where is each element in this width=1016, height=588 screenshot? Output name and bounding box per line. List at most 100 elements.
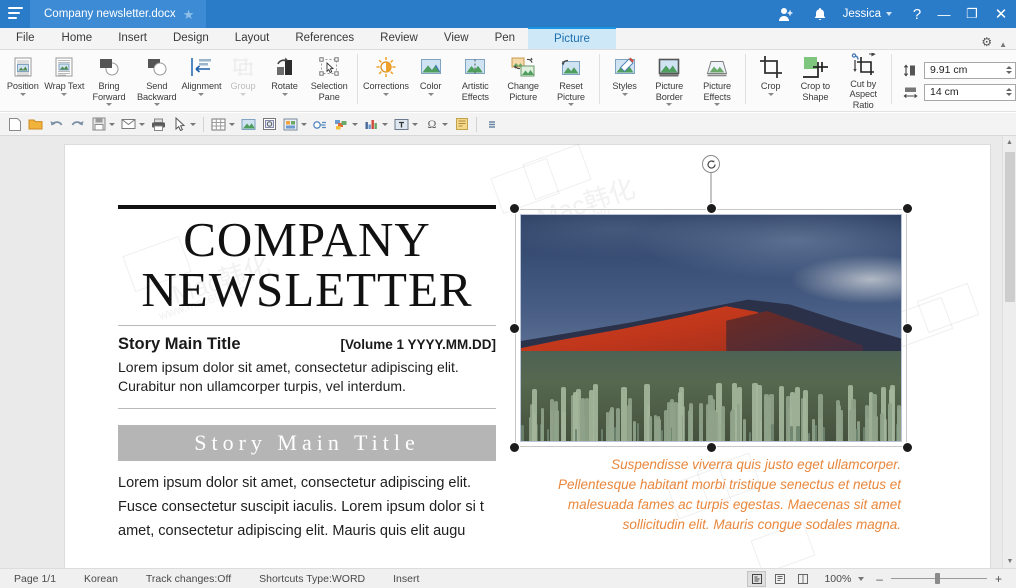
chevron-down-icon[interactable] [198,93,204,96]
ribbon-button-bring-forward[interactable]: Bring Forward [85,50,133,110]
open-folder-icon[interactable] [25,114,46,134]
zoom-out-button[interactable]: – [872,572,887,586]
hamburger-icon[interactable] [0,0,30,28]
chevron-down-icon[interactable] [666,103,672,106]
chevron-down-icon[interactable] [442,123,448,126]
document-canvas[interactable]: Mac韩化 www.mac69.com Mac韩化 www.mac69.com … [0,136,1016,568]
ribbon-tab-references[interactable]: References [282,27,367,49]
ribbon-tab-layout[interactable]: Layout [222,27,283,49]
chevron-down-icon[interactable] [229,123,235,126]
chevron-down-icon[interactable] [109,123,115,126]
insert-mode-indicator[interactable]: Insert [379,573,433,585]
resize-handle-bottom-left[interactable] [509,442,520,453]
picture-height-input[interactable]: 9.91 cm [924,62,1016,79]
resize-handle-top-left[interactable] [509,203,520,214]
favorite-star-icon[interactable]: ★ [183,8,195,21]
picture-height-stepper[interactable] [1002,66,1015,74]
document-tab[interactable]: Company newsletter.docx ★ [30,0,206,28]
save-icon[interactable] [88,114,109,134]
symbol-icon[interactable]: Ω [421,114,442,134]
document-page[interactable]: Mac韩化 www.mac69.com Mac韩化 www.mac69.com … [65,145,990,568]
scroll-up-arrow[interactable]: ▲ [1003,136,1016,149]
resize-handle-bottom-right[interactable] [902,442,913,453]
picture-width-stepper[interactable] [1002,88,1015,96]
chevron-down-icon[interactable] [190,123,196,126]
language-indicator[interactable]: Korean [70,573,132,585]
ribbon-button-position[interactable]: Position [2,50,44,110]
select-pointer-icon[interactable] [169,114,190,134]
ribbon-button-send-backward[interactable]: Send Backward [133,50,181,110]
ribbon-button-picture-border[interactable]: Picture Border [645,50,693,110]
scrollbar-thumb[interactable] [1005,152,1015,302]
scroll-down-arrow[interactable]: ▼ [1003,555,1016,568]
chevron-down-icon[interactable] [240,93,246,96]
shapes-icon[interactable] [331,114,352,134]
ribbon-tab-pen[interactable]: Pen [482,27,528,49]
print-icon[interactable] [148,114,169,134]
rotate-handle-icon[interactable] [702,155,720,173]
share-user-icon[interactable] [769,0,803,28]
chevron-down-icon[interactable] [352,123,358,126]
close-button[interactable]: ✕ [986,5,1016,23]
chevron-down-icon[interactable] [622,93,628,96]
note-icon[interactable] [451,114,472,134]
ribbon-button-color[interactable]: Color [410,50,452,110]
textbox-icon[interactable] [391,114,412,134]
help-button[interactable]: ? [904,5,930,23]
ribbon-tab-review[interactable]: Review [367,27,431,49]
chevron-down-icon[interactable] [428,93,434,96]
ribbon-button-change-picture[interactable]: Change Picture [499,50,547,110]
table-icon[interactable] [208,114,229,134]
chevron-down-icon[interactable] [568,103,574,106]
ribbon-tab-picture[interactable]: Picture [528,27,616,49]
track-changes-indicator[interactable]: Track changes:Off [132,573,245,585]
zoom-in-button[interactable]: + [991,572,1006,586]
ribbon-button-rotate[interactable]: Rotate [264,50,306,110]
new-document-icon[interactable] [4,114,25,134]
chevron-down-icon[interactable] [282,93,288,96]
smartart-icon[interactable] [310,114,331,134]
ribbon-tab-design[interactable]: Design [160,27,222,49]
chevron-down-icon[interactable] [154,103,160,106]
zoom-slider[interactable] [891,578,987,579]
resize-handle-bottom-center[interactable] [706,442,717,453]
ribbon-button-reset-picture[interactable]: Reset Picture [547,50,595,110]
chevron-down-icon[interactable] [106,103,112,106]
ribbon-button-styles[interactable]: Styles [604,50,646,110]
zoom-level-label[interactable]: 100% [814,573,856,585]
zoom-chevron-down-icon[interactable] [858,577,864,581]
chevron-down-icon[interactable] [382,123,388,126]
restore-button[interactable]: ❐ [958,5,986,23]
ribbon-button-crop[interactable]: Crop [750,50,792,110]
web-layout-view-icon[interactable] [793,571,812,587]
ribbon-button-crop-to-shape[interactable]: Crop to Shape [791,50,839,110]
chevron-down-icon[interactable] [412,123,418,126]
chevron-down-icon[interactable] [20,93,26,96]
page-indicator[interactable]: Page 1/1 [0,573,70,585]
ribbon-button-corrections[interactable]: Corrections [362,50,410,110]
chart-icon[interactable] [361,114,382,134]
more-options-icon[interactable] [481,114,502,134]
screenshot-icon[interactable] [280,114,301,134]
gear-icon[interactable]: ⚙ [976,35,997,49]
shortcuts-type-indicator[interactable]: Shortcuts Type:WORD [245,573,379,585]
picture-icon[interactable] [238,114,259,134]
reading-view-icon[interactable] [770,571,789,587]
chevron-down-icon[interactable] [768,93,774,96]
resize-handle-top-center[interactable] [706,203,717,214]
ribbon-tab-view[interactable]: View [431,27,482,49]
chevron-up-icon[interactable]: ▲ [997,40,1016,49]
envelope-icon[interactable] [118,114,139,134]
print-layout-view-icon[interactable] [747,571,766,587]
ribbon-tab-file[interactable]: File [0,27,49,49]
minimize-button[interactable]: — [930,5,958,23]
bell-icon[interactable] [803,0,837,28]
vertical-scrollbar[interactable]: ▲ ▼ [1002,136,1016,568]
ribbon-button-artistic-effects[interactable]: Artistic Effects [451,50,499,110]
ribbon-button-cut-by-aspect-ratio[interactable]: Cut by Aspect Ratio [839,50,887,110]
chevron-down-icon[interactable] [383,93,389,96]
ribbon-button-wrap-text[interactable]: Wrap Text [44,50,86,110]
user-account-menu[interactable]: Jessica [837,0,904,28]
resize-handle-top-right[interactable] [902,203,913,214]
selected-picture[interactable] [521,215,901,441]
